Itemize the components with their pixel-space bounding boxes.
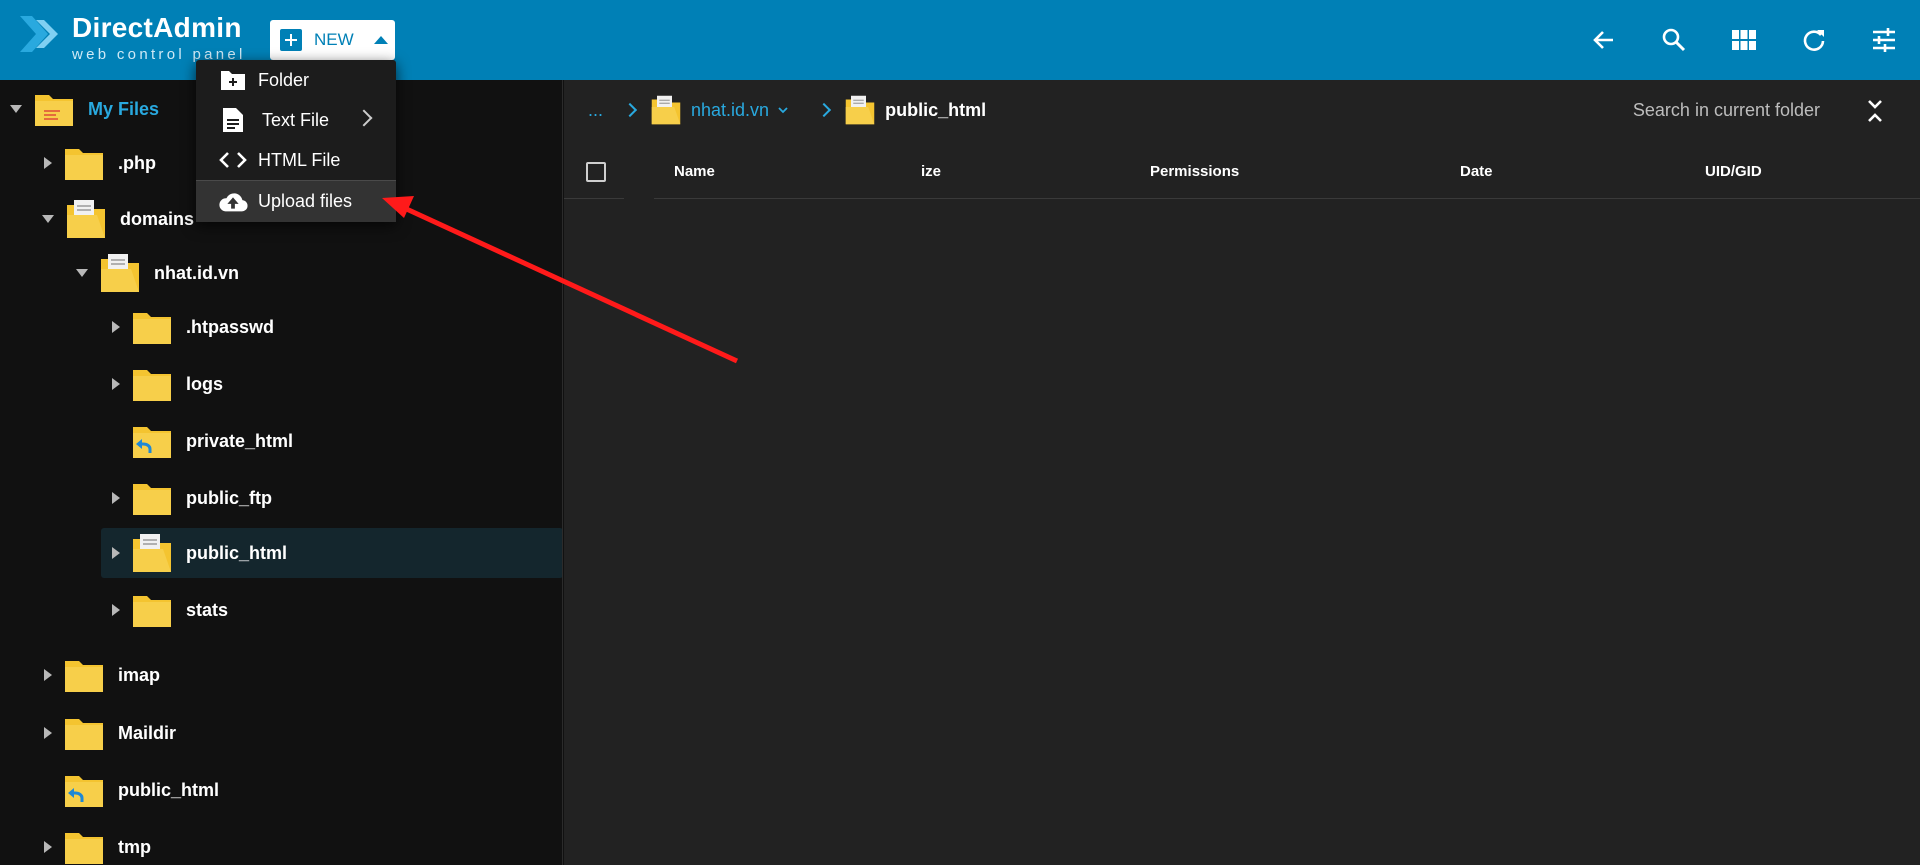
tree-item-label: tmp xyxy=(118,836,151,857)
tree-item-label: .htpasswd xyxy=(186,316,275,337)
menu-item-label: HTML File xyxy=(258,149,341,170)
search-icon[interactable] xyxy=(1658,24,1690,56)
menu-item-label: Text File xyxy=(262,109,330,130)
folder-icon xyxy=(65,719,103,750)
expand-arrow-icon[interactable] xyxy=(10,105,22,113)
chevron-right-icon xyxy=(622,102,638,118)
folder-icon xyxy=(65,149,103,180)
tree-item-label: domains xyxy=(120,208,195,229)
code-icon xyxy=(218,146,248,174)
tree-item-label: Maildir xyxy=(118,722,177,743)
tree-item[interactable]: tmp xyxy=(44,822,151,865)
collapse-arrow-icon[interactable] xyxy=(112,492,120,504)
tree-item-label: public_html xyxy=(118,779,220,800)
column-name[interactable]: Name xyxy=(674,163,715,180)
tree-item-label: imap xyxy=(118,664,161,685)
column-size[interactable]: ize xyxy=(921,163,941,180)
tree-root-my-files[interactable]: My Files xyxy=(10,84,159,134)
plus-icon xyxy=(280,29,302,51)
symlink-folder-icon xyxy=(65,776,103,807)
tree-item[interactable]: .htpasswd xyxy=(112,302,274,352)
new-dropdown-menu: Folder Text File HTML File Upload files xyxy=(196,60,396,222)
menu-item-label: Upload files xyxy=(258,191,353,211)
collapse-arrow-icon[interactable] xyxy=(44,157,52,169)
new-button[interactable]: NEW xyxy=(270,20,395,60)
open-folder-icon xyxy=(67,200,105,238)
settings-sliders-icon[interactable] xyxy=(1868,24,1900,56)
tree-item-label: private_html xyxy=(186,430,294,451)
search-in-folder[interactable]: Search in current folder xyxy=(1633,100,1820,121)
app-name: DirectAdmin xyxy=(72,12,242,43)
file-list-panel: ... nhat.id.vn public_html Search in cur… xyxy=(564,80,1920,865)
tree-item-label: logs xyxy=(186,373,224,394)
breadcrumb-current: public_html xyxy=(885,99,987,120)
open-folder-icon xyxy=(651,95,681,125)
menu-item-html-file[interactable]: HTML File xyxy=(196,140,396,180)
cloud-upload-icon xyxy=(218,188,248,216)
tree-item[interactable]: Maildir xyxy=(44,708,176,758)
tree-item[interactable]: logs xyxy=(112,359,223,409)
folder-icon xyxy=(133,484,171,515)
menu-item-label: Folder xyxy=(258,69,310,90)
collapse-arrow-icon[interactable] xyxy=(112,547,120,559)
tree-item-selected[interactable]: public_html xyxy=(101,528,562,578)
text-file-icon xyxy=(218,106,248,134)
folder-icon xyxy=(133,313,171,344)
tree-item-label: public_ftp xyxy=(186,487,272,508)
tree-item[interactable]: domains xyxy=(42,194,194,244)
tree-item-label: nhat.id.vn xyxy=(154,262,239,283)
symlink-folder-icon xyxy=(133,427,171,458)
column-permissions[interactable]: Permissions xyxy=(1150,163,1239,180)
tree-item[interactable]: public_ftp xyxy=(112,473,272,523)
collapse-icon[interactable] xyxy=(1860,96,1890,126)
back-arrow-icon[interactable] xyxy=(1588,24,1620,56)
breadcrumb-ellipsis[interactable]: ... xyxy=(588,100,603,121)
collapse-arrow-icon[interactable] xyxy=(112,604,120,616)
open-folder-icon xyxy=(101,254,139,292)
table-header: Name ize Permissions Date UID/GID xyxy=(564,145,1920,201)
menu-item-folder[interactable]: Folder xyxy=(196,60,396,100)
tree-item[interactable]: private_html xyxy=(112,416,293,466)
tree-item[interactable]: nhat.id.vn xyxy=(76,248,239,298)
collapse-arrow-icon[interactable] xyxy=(112,321,120,333)
breadcrumb: ... nhat.id.vn public_html xyxy=(588,80,986,140)
new-folder-icon xyxy=(218,66,248,94)
collapse-arrow-icon[interactable] xyxy=(112,378,120,390)
home-folder-icon xyxy=(35,95,73,126)
open-folder-icon xyxy=(845,95,875,125)
collapse-arrow-icon[interactable] xyxy=(44,841,52,853)
folder-icon xyxy=(133,596,171,627)
collapse-arrow-icon[interactable] xyxy=(44,669,52,681)
collapse-arrow-icon[interactable] xyxy=(44,727,52,739)
column-uid-gid[interactable]: UID/GID xyxy=(1705,163,1762,180)
breadcrumb-domain[interactable]: nhat.id.vn xyxy=(691,100,769,121)
tree-item-label: public_html xyxy=(186,542,288,563)
new-button-label: NEW xyxy=(314,30,354,49)
caret-up-icon xyxy=(373,36,388,44)
open-folder-icon xyxy=(133,534,171,572)
grid-view-icon[interactable] xyxy=(1728,24,1760,56)
chevron-right-icon xyxy=(355,109,373,127)
tree-item[interactable]: public_html xyxy=(44,765,219,815)
select-all-checkbox[interactable] xyxy=(586,162,606,182)
directadmin-logo-icon xyxy=(20,16,58,52)
tree-item[interactable]: .php xyxy=(44,138,156,188)
menu-item-upload-files[interactable]: Upload files xyxy=(196,180,396,222)
menu-item-text-file[interactable]: Text File xyxy=(196,100,396,140)
chevron-down-icon[interactable] xyxy=(777,105,789,115)
expand-arrow-icon[interactable] xyxy=(42,215,54,223)
expand-arrow-icon[interactable] xyxy=(76,269,88,277)
tree-item-label: .php xyxy=(118,152,156,173)
folder-icon xyxy=(65,661,103,692)
column-date[interactable]: Date xyxy=(1460,163,1493,180)
tree-item[interactable]: imap xyxy=(44,650,160,700)
tree-item-label: stats xyxy=(186,599,229,620)
tree-item[interactable]: stats xyxy=(112,585,228,635)
folder-icon xyxy=(65,833,103,864)
folder-icon xyxy=(133,370,171,401)
refresh-icon[interactable] xyxy=(1798,24,1830,56)
tree-root-label: My Files xyxy=(88,98,160,119)
header-divider-gap xyxy=(624,198,654,201)
chevron-right-icon xyxy=(817,102,832,118)
